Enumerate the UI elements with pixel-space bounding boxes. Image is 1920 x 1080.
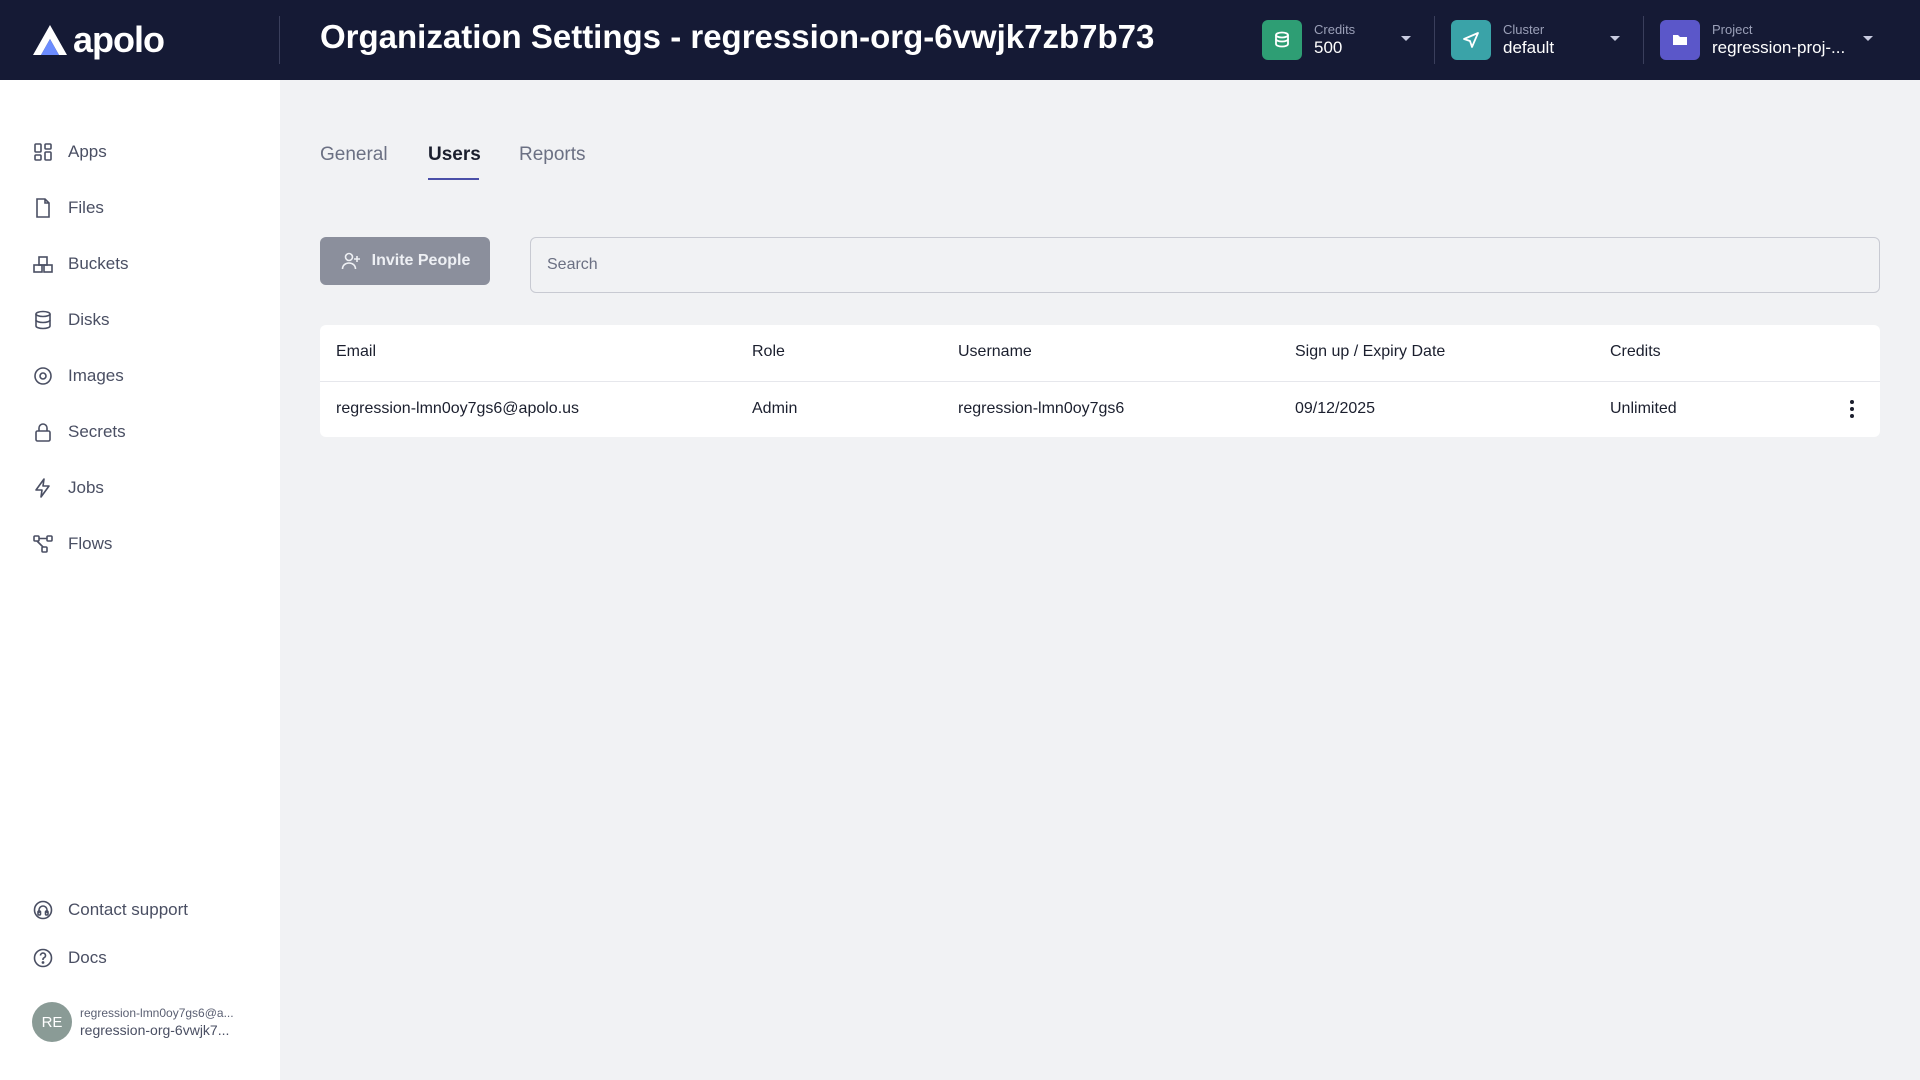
sidebar-item-docs[interactable]: Docs bbox=[32, 944, 107, 972]
chevron-down-icon bbox=[1401, 36, 1411, 41]
chevron-down-icon bbox=[1610, 36, 1620, 41]
sidebar-item-contact-support[interactable]: Contact support bbox=[32, 896, 188, 924]
apolo-logo[interactable]: apolo bbox=[31, 19, 165, 60]
column-header-email[interactable]: Email bbox=[336, 343, 376, 361]
user-email: regression-lmn0oy7gs6@a... bbox=[80, 1006, 234, 1020]
flow-icon bbox=[33, 535, 53, 553]
user-profile[interactable]: RE regression-lmn0oy7gs6@a... regression… bbox=[32, 1002, 234, 1042]
credits-selector[interactable]: Credits 500 bbox=[1262, 16, 1418, 64]
coins-icon bbox=[1262, 20, 1302, 60]
sidebar-item-files[interactable]: Files bbox=[32, 194, 104, 222]
active-tab-indicator bbox=[428, 178, 479, 180]
boxes-icon bbox=[33, 256, 53, 273]
cluster-selector[interactable]: Cluster default bbox=[1451, 16, 1627, 64]
sidebar-item-apps[interactable]: Apps bbox=[32, 138, 107, 166]
sidebar-item-buckets[interactable]: Buckets bbox=[32, 250, 128, 278]
chevron-down-icon bbox=[1863, 36, 1873, 41]
apolo-logo-icon bbox=[33, 25, 67, 55]
tab-reports[interactable]: Reports bbox=[519, 144, 586, 166]
sidebar-item-label: Secrets bbox=[68, 422, 126, 441]
sidebar-item-flows[interactable]: Flows bbox=[32, 530, 112, 558]
sidebar-item-label: Docs bbox=[68, 948, 107, 967]
row-actions-menu-icon[interactable] bbox=[1840, 397, 1864, 421]
add-user-icon bbox=[341, 252, 360, 270]
sidebar-item-label: Disks bbox=[68, 310, 110, 329]
sidebar: Apps Files Buckets Disks Images Secrets … bbox=[0, 80, 280, 1080]
tab-users[interactable]: Users bbox=[428, 144, 481, 166]
avatar: RE bbox=[32, 1002, 72, 1042]
sidebar-item-label: Contact support bbox=[68, 900, 189, 919]
top-bar: apolo Organization Settings - regression… bbox=[0, 0, 1920, 80]
sidebar-item-label: Flows bbox=[68, 534, 113, 553]
header-divider bbox=[279, 16, 280, 64]
sidebar-item-jobs[interactable]: Jobs bbox=[32, 474, 104, 502]
send-icon bbox=[1451, 20, 1491, 60]
logo-text: apolo bbox=[73, 19, 165, 60]
credits-value: 500 bbox=[1314, 37, 1343, 57]
project-label: Project bbox=[1712, 21, 1753, 37]
cell-role: Admin bbox=[752, 400, 798, 417]
column-header-role[interactable]: Role bbox=[752, 343, 785, 361]
folder-icon bbox=[1660, 20, 1700, 60]
cell-email: regression-lmn0oy7gs6@apolo.us bbox=[336, 400, 580, 417]
users-table: Email Role Username Sign up / Expiry Dat… bbox=[320, 325, 1880, 437]
column-header-signup-expiry[interactable]: Sign up / Expiry Date bbox=[1295, 343, 1445, 361]
cell-credits: Unlimited bbox=[1610, 400, 1677, 417]
grid-icon bbox=[34, 143, 52, 161]
database-icon bbox=[35, 310, 51, 330]
sidebar-item-label: Jobs bbox=[68, 478, 104, 497]
invite-people-button[interactable]: Invite People bbox=[320, 237, 490, 285]
help-icon bbox=[33, 948, 53, 968]
table-divider bbox=[320, 381, 1880, 382]
disc-icon bbox=[34, 367, 52, 385]
invite-people-label: Invite People bbox=[371, 252, 471, 269]
cell-username: regression-lmn0oy7gs6 bbox=[958, 400, 1125, 417]
cell-signup-expiry: 09/12/2025 bbox=[1295, 400, 1376, 417]
project-value: regression-proj-... bbox=[1712, 37, 1846, 57]
cluster-label: Cluster bbox=[1503, 21, 1545, 37]
file-icon bbox=[36, 198, 50, 218]
lock-icon bbox=[35, 423, 51, 442]
user-org: regression-org-6vwjk7... bbox=[80, 1022, 230, 1038]
sidebar-item-label: Apps bbox=[68, 142, 107, 161]
search-input[interactable] bbox=[530, 237, 1880, 293]
sidebar-item-label: Buckets bbox=[68, 254, 129, 273]
header-separator bbox=[1643, 16, 1644, 64]
header-separator bbox=[1434, 16, 1435, 64]
headset-icon bbox=[33, 900, 53, 920]
project-selector[interactable]: Project regression-proj-... bbox=[1660, 16, 1876, 64]
sidebar-item-secrets[interactable]: Secrets bbox=[32, 418, 126, 446]
sidebar-item-disks[interactable]: Disks bbox=[32, 306, 110, 334]
cluster-value: default bbox=[1503, 37, 1555, 57]
column-header-credits[interactable]: Credits bbox=[1610, 343, 1661, 361]
sidebar-item-images[interactable]: Images bbox=[32, 362, 124, 390]
credits-label: Credits bbox=[1314, 21, 1356, 37]
sidebar-item-label: Files bbox=[68, 198, 104, 217]
sidebar-item-label: Images bbox=[68, 366, 124, 385]
tab-general[interactable]: General bbox=[320, 144, 388, 166]
page-title: Organization Settings - regression-org-6… bbox=[320, 18, 1155, 55]
column-header-username[interactable]: Username bbox=[958, 343, 1032, 361]
lightning-icon bbox=[35, 478, 50, 498]
